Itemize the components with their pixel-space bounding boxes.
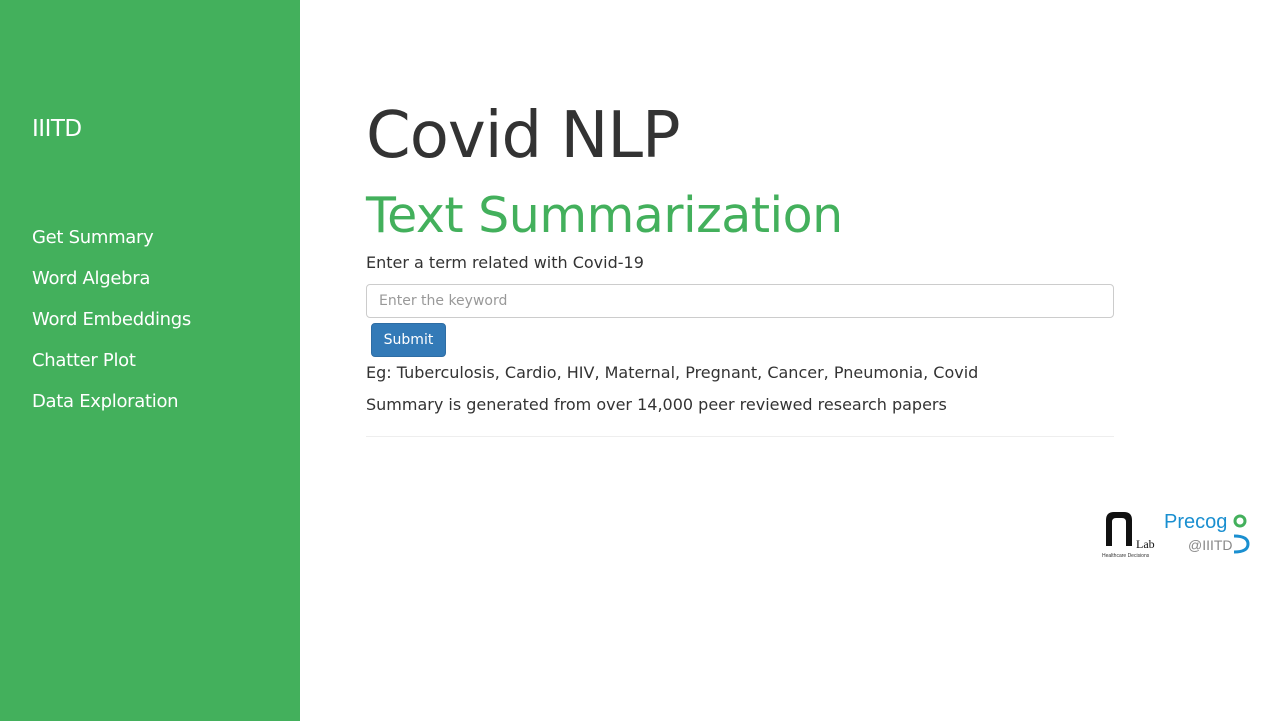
logos-svg: Lab Healthcare Decisions Precog @IIITD bbox=[1102, 511, 1250, 559]
precog-logo: Precog @IIITD bbox=[1164, 511, 1250, 554]
sidebar-item-get-summary[interactable]: Get Summary bbox=[32, 224, 191, 265]
hd-lab-caption: Healthcare Decisions bbox=[1102, 553, 1150, 559]
sidebar-item-data-exploration[interactable]: Data Exploration bbox=[32, 388, 191, 429]
hd-lab-logo: Lab Healthcare Decisions bbox=[1102, 512, 1155, 559]
partner-logos: Lab Healthcare Decisions Precog @IIITD bbox=[1100, 506, 1272, 562]
precog-main: Precog bbox=[1164, 511, 1227, 533]
divider bbox=[366, 436, 1114, 437]
input-prompt-label: Enter a term related with Covid-19 bbox=[366, 253, 644, 272]
sidebar-nav: Get Summary Word Algebra Word Embeddings… bbox=[32, 224, 191, 429]
sidebar-brand[interactable]: IIITD bbox=[32, 116, 82, 142]
page-subtitle: Text Summarization bbox=[366, 187, 843, 244]
page-title: Covid NLP bbox=[366, 99, 681, 173]
sidebar-item-word-embeddings[interactable]: Word Embeddings bbox=[32, 306, 191, 347]
keyword-input[interactable] bbox=[366, 284, 1114, 318]
sidebar-item-word-algebra[interactable]: Word Algebra bbox=[32, 265, 191, 306]
summary-source-note: Summary is generated from over 14,000 pe… bbox=[366, 395, 947, 414]
precog-suffix: @IIITD bbox=[1188, 537, 1233, 553]
submit-button[interactable]: Submit bbox=[371, 323, 446, 357]
sidebar-item-chatter-plot[interactable]: Chatter Plot bbox=[32, 347, 191, 388]
examples-text: Eg: Tuberculosis, Cardio, HIV, Maternal,… bbox=[366, 363, 979, 382]
sidebar: IIITD Get Summary Word Algebra Word Embe… bbox=[0, 0, 300, 721]
hd-lab-main: Lab bbox=[1136, 537, 1155, 551]
